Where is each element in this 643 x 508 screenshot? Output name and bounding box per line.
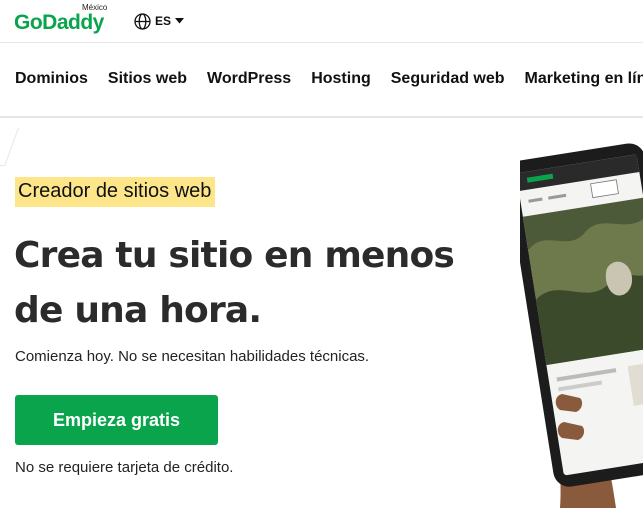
no-credit-card-note: No se requiere tarjeta de crédito. [15, 459, 234, 476]
tablet-illustration [506, 120, 643, 508]
nav-item-hosting[interactable]: Hosting [311, 70, 371, 88]
top-bar: GoDaddy México ES [0, 0, 643, 43]
logo-wordmark: GoDaddy [14, 11, 104, 34]
hero-subtext: Comienza hoy. No se necesitan habilidade… [15, 348, 370, 365]
hero-section: Creador de sitios web Crea tu sitio en m… [0, 120, 643, 508]
headline-line-2: de una hora. [14, 290, 262, 331]
hero-eyebrow: Creador de sitios web [15, 177, 216, 207]
caret-down-icon [175, 18, 185, 24]
nav-items: Dominios Sitios web WordPress Hosting Se… [15, 70, 643, 88]
hero-headline: Crea tu sitio en menos de una hora. [14, 228, 484, 338]
language-label: ES [155, 14, 172, 28]
nav-item-wordpress[interactable]: WordPress [207, 70, 291, 88]
nav-item-sitios-web[interactable]: Sitios web [108, 70, 187, 88]
globe-icon [134, 12, 151, 30]
headline-line-1: Crea tu sitio en menos [14, 235, 455, 276]
main-nav: Dominios Sitios web WordPress Hosting Se… [0, 44, 643, 118]
decorative-line [0, 128, 19, 166]
godaddy-logo[interactable]: GoDaddy México [14, 3, 114, 35]
nav-item-dominios[interactable]: Dominios [15, 70, 88, 88]
nav-item-marketing[interactable]: Marketing en línea [525, 70, 643, 88]
logo-region-label: México [82, 3, 108, 12]
nav-item-seguridad-web[interactable]: Seguridad web [391, 70, 505, 88]
start-free-button[interactable]: Empieza gratis [15, 395, 218, 445]
language-selector[interactable]: ES [134, 11, 185, 31]
